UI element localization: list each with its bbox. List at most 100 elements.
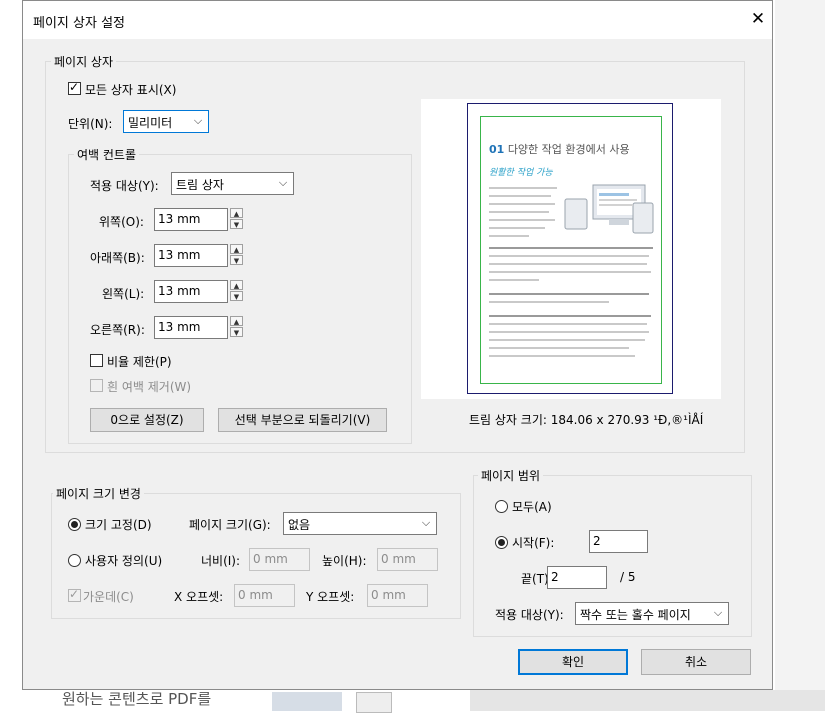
set-to-zero-button[interactable]: 0으로 설정(Z) bbox=[90, 408, 204, 432]
margin-controls-group-label: 여백 컨트롤 bbox=[74, 146, 140, 163]
preview-text-line bbox=[489, 219, 555, 221]
preview-text-line bbox=[489, 195, 551, 197]
background-panel bbox=[470, 690, 825, 711]
page-size-label: 페이지 크기(G): bbox=[189, 518, 271, 532]
left-margin-stepper[interactable]: ▲ ▼ bbox=[230, 280, 244, 302]
background-document-text: 원하는 콘텐츠로 PDF를 bbox=[62, 690, 212, 708]
custom-size-label: 사용자 정의(U) bbox=[85, 554, 163, 568]
left-margin-value: 13 mm bbox=[158, 284, 201, 298]
top-margin-stepper[interactable]: ▲ ▼ bbox=[230, 208, 244, 230]
chevron-down-icon: ⌵ bbox=[193, 114, 203, 127]
spin-down-icon[interactable]: ▼ bbox=[230, 291, 243, 301]
preview-text-line bbox=[489, 279, 539, 281]
bottom-margin-field[interactable]: 13 mm bbox=[154, 244, 228, 267]
apply-to-combo[interactable]: 트림 상자 ⌵ bbox=[171, 172, 294, 195]
center-checkbox: ✓ bbox=[68, 587, 81, 602]
preview-text-line bbox=[489, 255, 649, 257]
preview-text-line bbox=[489, 227, 545, 229]
chevron-down-icon: ⌵ bbox=[278, 176, 288, 189]
constrain-proportions-checkbox[interactable] bbox=[90, 354, 103, 367]
spin-up-icon[interactable]: ▲ bbox=[230, 208, 243, 218]
preview-text-line bbox=[489, 187, 557, 189]
cancel-label: 취소 bbox=[684, 655, 708, 669]
show-all-boxes-checkbox[interactable]: ✓ bbox=[68, 80, 81, 95]
preview-text-line bbox=[489, 263, 647, 265]
trim-size-label: 트림 상자 크기: 184.06 x 270.93 ¹Ð,®¹ÌÅÍ bbox=[469, 413, 704, 427]
center-label: 가운데(C) bbox=[83, 590, 134, 604]
constrain-proportions-label: 비율 제한(P) bbox=[107, 355, 172, 369]
custom-size-radio[interactable] bbox=[68, 554, 81, 567]
checkmark-icon: ✓ bbox=[69, 587, 80, 601]
spin-up-icon[interactable]: ▲ bbox=[230, 280, 243, 290]
page-boxes-group-label: 페이지 상자 bbox=[51, 53, 117, 70]
preview-text-line bbox=[489, 301, 609, 303]
preview-heading-number: 01 bbox=[489, 143, 505, 156]
spin-up-icon[interactable]: ▲ bbox=[230, 316, 243, 326]
checkmark-icon: ✓ bbox=[69, 80, 80, 94]
all-pages-radio[interactable] bbox=[495, 500, 508, 513]
preview-text-line bbox=[489, 293, 649, 295]
from-page-label: 시작(F): bbox=[512, 536, 555, 550]
preview-text-line bbox=[489, 211, 549, 213]
right-margin-field[interactable]: 13 mm bbox=[154, 316, 228, 339]
spin-down-icon[interactable]: ▼ bbox=[230, 255, 243, 265]
top-margin-label: 위쪽(O): bbox=[99, 215, 144, 229]
revert-to-selection-label: 선택 부분으로 되돌리기(V) bbox=[234, 413, 371, 427]
all-pages-label: 모두(A) bbox=[512, 500, 552, 514]
apply-to-label: 적용 대상(Y): bbox=[90, 179, 159, 193]
preview-text-line bbox=[489, 235, 529, 237]
bottom-margin-value: 13 mm bbox=[158, 248, 201, 262]
chevron-down-icon: ⌵ bbox=[421, 516, 431, 529]
from-page-field[interactable]: 2 bbox=[589, 530, 648, 553]
top-margin-value: 13 mm bbox=[158, 212, 201, 226]
ok-label: 확인 bbox=[561, 655, 585, 669]
height-value: 0 mm bbox=[381, 552, 416, 566]
width-value: 0 mm bbox=[253, 552, 288, 566]
spin-down-icon[interactable]: ▼ bbox=[230, 219, 243, 229]
left-margin-field[interactable]: 13 mm bbox=[154, 280, 228, 303]
trim-box-outline: 01 다양한 작업 환경에서 사용 원활한 작업 가능 bbox=[467, 103, 673, 394]
page-boxes-dialog: 페이지 상자 설정 ✕ 페이지 상자 ✓ 모든 상자 표시(X) 단위(N): … bbox=[22, 0, 773, 690]
cancel-button[interactable]: 취소 bbox=[641, 649, 751, 675]
units-value: 밀리미터 bbox=[128, 116, 173, 130]
page-preview: 01 다양한 작업 환경에서 사용 원활한 작업 가능 bbox=[421, 99, 721, 399]
revert-to-selection-button[interactable]: 선택 부분으로 되돌리기(V) bbox=[218, 408, 387, 432]
preview-text-line bbox=[489, 355, 635, 357]
to-page-field[interactable]: 2 bbox=[547, 566, 607, 589]
preview-text-line bbox=[489, 331, 649, 333]
page-size-value: 없음 bbox=[288, 518, 311, 532]
devices-illustration bbox=[564, 184, 654, 234]
preview-text-line bbox=[489, 315, 651, 317]
preview-heading: 01 다양한 작업 환경에서 사용 bbox=[489, 141, 630, 157]
from-page-radio[interactable] bbox=[495, 536, 508, 549]
height-field: 0 mm bbox=[377, 548, 438, 571]
preview-text-line bbox=[489, 339, 645, 341]
preview-subheading: 원활한 작업 가능 bbox=[489, 168, 553, 178]
ok-button[interactable]: 확인 bbox=[518, 649, 628, 675]
spin-down-icon[interactable]: ▼ bbox=[230, 327, 243, 337]
top-margin-field[interactable]: 13 mm bbox=[154, 208, 228, 231]
right-margin-label: 오른쪽(R): bbox=[90, 323, 145, 337]
show-all-boxes-label: 모든 상자 표시(X) bbox=[85, 83, 177, 97]
fixed-size-label: 크기 고정(D) bbox=[85, 518, 152, 532]
range-apply-to-combo[interactable]: 짝수 또는 홀수 페이지 ⌵ bbox=[575, 602, 729, 625]
preview-text-line bbox=[489, 323, 647, 325]
background-scroll-area bbox=[775, 0, 825, 711]
apply-to-value: 트림 상자 bbox=[176, 178, 224, 192]
width-field: 0 mm bbox=[249, 548, 310, 571]
range-apply-to-label: 적용 대상(Y): bbox=[495, 608, 564, 622]
right-margin-stepper[interactable]: ▲ ▼ bbox=[230, 316, 244, 338]
close-icon[interactable]: ✕ bbox=[747, 8, 769, 30]
remove-white-margins-label: 흰 여백 제거(W) bbox=[107, 380, 192, 394]
bottom-margin-stepper[interactable]: ▲ ▼ bbox=[230, 244, 244, 266]
radio-selected-dot bbox=[71, 521, 78, 528]
page-size-combo[interactable]: 없음 ⌵ bbox=[283, 512, 437, 535]
units-combo[interactable]: 밀리미터 ⌵ bbox=[123, 110, 209, 133]
spin-up-icon[interactable]: ▲ bbox=[230, 244, 243, 254]
from-page-value: 2 bbox=[593, 534, 601, 548]
left-margin-label: 왼쪽(L): bbox=[102, 287, 145, 301]
x-offset-field: 0 mm bbox=[234, 584, 295, 607]
crop-box-outline: 01 다양한 작업 환경에서 사용 원활한 작업 가능 bbox=[480, 116, 662, 384]
fixed-size-radio[interactable] bbox=[68, 518, 81, 531]
preview-text-line bbox=[489, 347, 629, 349]
